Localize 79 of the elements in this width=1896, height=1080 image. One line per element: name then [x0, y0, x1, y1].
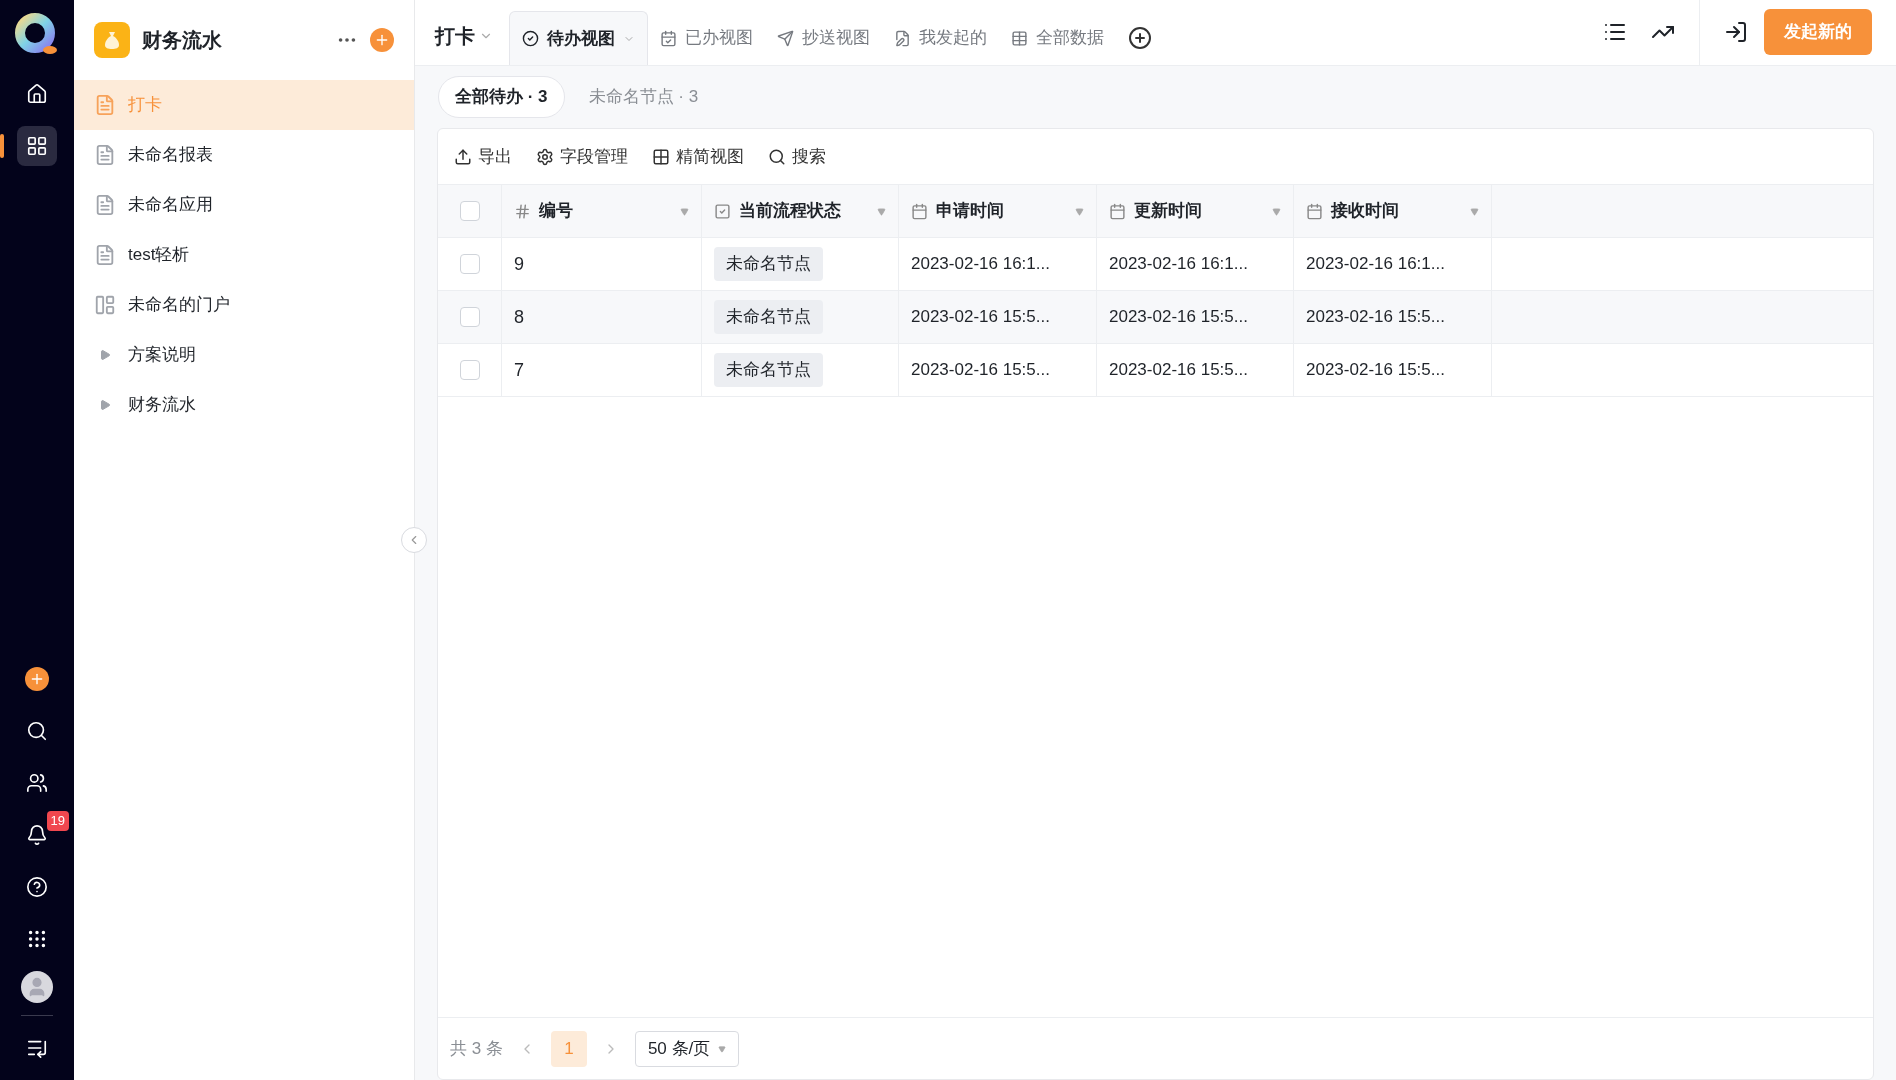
status-tag: 未命名节点: [714, 247, 823, 281]
calendar-icon: [1109, 202, 1126, 220]
table-cell-text: 2023-02-16 15:5...: [1306, 306, 1445, 329]
view-tab[interactable]: 待办视图: [509, 11, 648, 65]
app-icon: [94, 22, 130, 58]
sidebar-item[interactable]: 未命名应用: [74, 180, 414, 230]
total-count: 共 3 条: [450, 1037, 503, 1060]
calendar-icon: [911, 202, 928, 220]
sort-caret-icon: [877, 206, 886, 216]
send-icon: [777, 29, 794, 47]
table-cell-text: 2023-02-16 15:5...: [1109, 306, 1248, 329]
page-icon: [94, 194, 116, 216]
view-tab[interactable]: 我发起的: [882, 11, 999, 65]
sidebar-item[interactable]: test轻析: [74, 230, 414, 280]
row-checkbox[interactable]: [459, 360, 480, 380]
row-checkbox[interactable]: [459, 201, 480, 221]
column-header[interactable]: 申请时间: [899, 185, 1097, 237]
column-header[interactable]: 当前流程状态: [702, 185, 899, 237]
notification-badge: 19: [46, 811, 69, 831]
table-cell-text: 8: [514, 305, 524, 329]
calendar-icon: [1306, 202, 1323, 220]
toolbar-button[interactable]: 精简视图: [652, 143, 744, 170]
app-title: 财务流水: [142, 28, 222, 53]
caret-right-icon: [99, 399, 111, 411]
toolbar-button[interactable]: 字段管理: [536, 143, 628, 170]
sidebar-item[interactable]: 方案说明: [74, 330, 414, 380]
caret-right-icon: [99, 349, 111, 361]
upload-icon: [454, 147, 472, 166]
table-cell-text: 2023-02-16 16:1...: [1306, 253, 1445, 276]
status-tag: 未命名节点: [714, 353, 823, 387]
status-tag: 未命名节点: [714, 300, 823, 334]
checkbox-icon: [714, 202, 731, 220]
sort-caret-icon: [1272, 206, 1281, 216]
toolbar-button[interactable]: 搜索: [768, 143, 826, 170]
row-checkbox[interactable]: [459, 307, 480, 327]
view-tab[interactable]: 抄送视图: [765, 11, 882, 65]
form-title-dropdown[interactable]: 打卡: [435, 7, 493, 65]
document-edit-icon: [894, 29, 911, 47]
filter-pill[interactable]: 全部待办 · 3: [438, 76, 565, 118]
grid-icon: [652, 147, 670, 166]
view-tab[interactable]: 已办视图: [648, 11, 765, 65]
calendar-check-icon: [660, 29, 677, 47]
avatar[interactable]: [21, 971, 53, 1003]
plus-icon: [374, 32, 390, 48]
table-cell-text: 2023-02-16 16:1...: [1109, 253, 1248, 276]
plus-icon: [29, 671, 45, 687]
caret-icon: [718, 1044, 727, 1053]
column-header[interactable]: 编号: [502, 185, 702, 237]
table-cell-text: 7: [514, 358, 524, 382]
page-icon: [94, 94, 116, 116]
sidebar-item[interactable]: 未命名的门户: [74, 280, 414, 330]
table-cell-text: 2023-02-16 15:5...: [911, 359, 1050, 382]
table-cell-text: 2023-02-16 16:1...: [911, 253, 1050, 276]
table-cell-text: 2023-02-16 15:5...: [1306, 359, 1445, 382]
page-icon: [94, 144, 116, 166]
table-cell-text: 9: [514, 252, 524, 276]
login-icon[interactable]: [1724, 20, 1748, 44]
sidebar-item[interactable]: 未命名报表: [74, 130, 414, 180]
table-icon: [1011, 29, 1028, 47]
apps-icon[interactable]: [17, 126, 57, 166]
sort-caret-icon: [1470, 206, 1479, 216]
table-cell-text: 2023-02-16 15:5...: [1109, 359, 1248, 382]
sort-caret-icon: [1075, 206, 1084, 216]
row-checkbox[interactable]: [459, 254, 480, 274]
table-cell-text: 2023-02-16 15:5...: [911, 306, 1050, 329]
add-button[interactable]: [25, 667, 49, 691]
toolbar-button[interactable]: 导出: [454, 143, 512, 170]
page-icon: [94, 244, 116, 266]
column-header[interactable]: 更新时间: [1097, 185, 1294, 237]
sidebar-item[interactable]: 财务流水: [74, 380, 414, 430]
sort-caret-icon: [680, 206, 689, 216]
page-size-select[interactable]: 50 条/页: [634, 1030, 740, 1067]
hash-icon: [514, 202, 531, 220]
search-icon: [768, 147, 786, 166]
column-header[interactable]: 接收时间: [1294, 185, 1492, 237]
portal-icon: [94, 294, 116, 316]
check-circle-icon: [522, 30, 539, 47]
gear-icon: [536, 147, 554, 166]
view-tab[interactable]: 全部数据: [999, 11, 1116, 65]
